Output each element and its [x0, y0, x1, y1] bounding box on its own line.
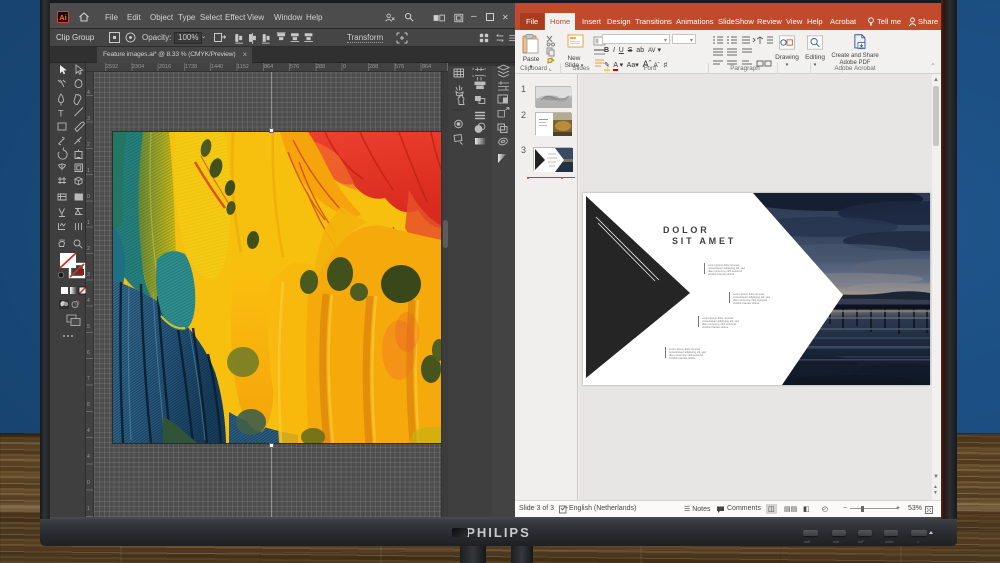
svg-text:DOLOR: DOLOR: [663, 225, 710, 235]
svg-text:T: T: [58, 109, 64, 120]
svg-text:SIT AMET: SIT AMET: [672, 236, 736, 246]
svg-text:tincidunt laoreet dolore.: tincidunt laoreet dolore.: [669, 356, 696, 360]
svg-text:tincidunt laoreet dolore.: tincidunt laoreet dolore.: [733, 301, 760, 305]
svg-text:tincidunt laoreet dolore.: tincidunt laoreet dolore.: [702, 325, 729, 329]
svg-text:tincidunt laoreet dolore.: tincidunt laoreet dolore.: [708, 272, 735, 276]
